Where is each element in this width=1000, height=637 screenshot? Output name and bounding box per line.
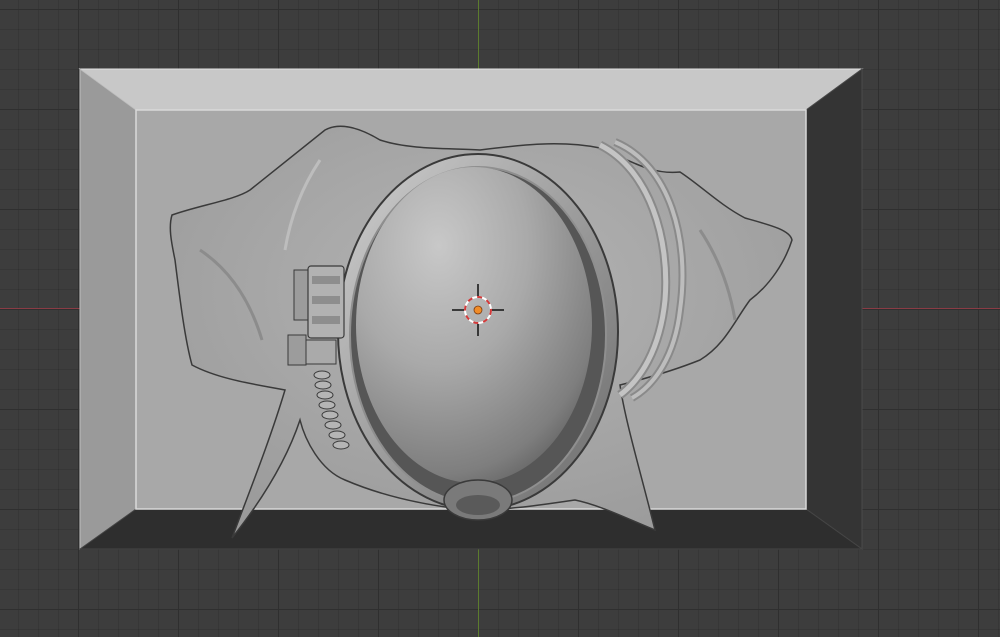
3d-viewport[interactable] — [0, 0, 1000, 637]
scene-render[interactable] — [0, 0, 1000, 637]
helmet-latch — [287, 265, 345, 366]
